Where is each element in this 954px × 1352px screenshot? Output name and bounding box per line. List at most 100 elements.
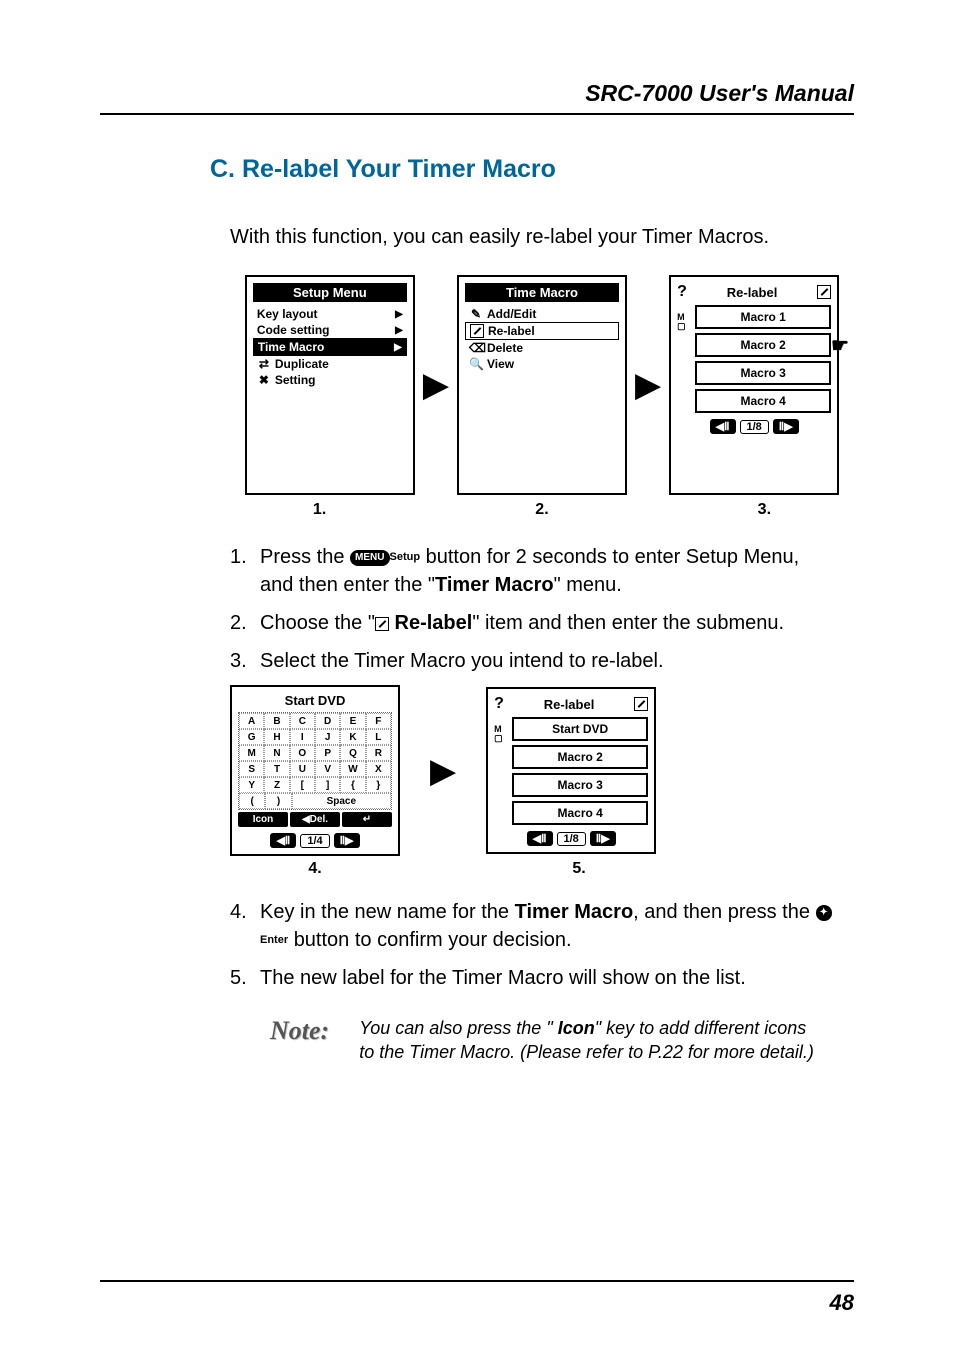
relabel-icon	[470, 324, 484, 338]
arrow-right-icon: ▶	[423, 368, 449, 402]
note-block: Note: You can also press the " Icon" key…	[270, 1016, 814, 1065]
delete-icon: ⌫	[469, 341, 483, 355]
pager: ◀Ⅱ 1/8 Ⅱ▶	[494, 831, 648, 846]
menu-item: ⌫Delete	[465, 340, 619, 356]
step-list-2: 4. Key in the new name for the Timer Mac…	[230, 898, 834, 992]
pager: ◀Ⅱ 1/4 Ⅱ▶	[238, 833, 392, 848]
enter-label: Enter	[260, 934, 288, 946]
arrow-right-icon: ▶	[430, 754, 456, 788]
caption: 5.	[494, 860, 664, 878]
page-number: 48	[830, 1290, 854, 1316]
screen-time-macro: Time Macro ✎Add/Edit Re-label ⌫Delete 🔍V…	[457, 275, 627, 495]
caption: 3.	[679, 501, 849, 519]
caption: 2.	[457, 501, 627, 519]
step-bold: Re-label	[389, 612, 472, 634]
step-bold: Timer Macro	[435, 574, 554, 596]
step-item: 1. Press the MENUSetup button for 2 seco…	[230, 543, 834, 599]
step-text: Select the Timer Macro you intend to re-…	[260, 647, 834, 675]
note-label: Note:	[270, 1016, 329, 1046]
page-header: SRC-7000 User's Manual	[100, 80, 854, 107]
screen2-title: Time Macro	[465, 283, 619, 302]
step-number: 5.	[230, 964, 260, 992]
step-item: 5. The new label for the Timer Macro wil…	[230, 964, 834, 992]
next-icon: Ⅱ▶	[590, 831, 616, 846]
menu-item-selected: Time Macro▶	[253, 338, 407, 356]
relabel-icon	[817, 285, 831, 299]
pager-count: 1/8	[557, 832, 586, 846]
screen1-title: Setup Menu	[253, 283, 407, 302]
macro-button: Macro 2	[695, 333, 831, 357]
icon-key: Icon	[238, 812, 288, 827]
step-text: " menu.	[554, 574, 622, 596]
caption: 1.	[235, 501, 405, 519]
note-text: You can also press the " Icon" key to ad…	[359, 1016, 814, 1065]
step-list: 1. Press the MENUSetup button for 2 seco…	[230, 543, 834, 675]
menu-item: 🔍View	[465, 356, 619, 372]
pager-count: 1/8	[740, 420, 769, 434]
macro-badge-icon: M▢	[494, 725, 503, 743]
setup-label: Setup	[390, 551, 421, 563]
menu-item: Key layout▶	[253, 306, 407, 322]
screen-relabel-result: ? Re-label M▢ Start DVD Macro 2 Macro 3 …	[486, 687, 656, 854]
enter-button-icon: ✦	[816, 905, 832, 921]
edit-icon: ✎	[469, 307, 483, 321]
step-text: The new label for the Timer Macro will s…	[260, 964, 834, 992]
macro-button: Macro 3	[512, 773, 648, 797]
enter-key: ↵	[342, 812, 392, 827]
step-item: 2. Choose the " Re-label" item and then …	[230, 609, 834, 637]
keyboard-grid: ABCDEF GHIJKL MNOPQR STUVWX YZ[]{} ()Spa…	[238, 712, 392, 810]
screen-setup-menu: Setup Menu Key layout▶ Code setting▶ Tim…	[245, 275, 415, 495]
help-icon: ?	[677, 283, 687, 301]
screen-keyboard: Start DVD ABCDEF GHIJKL MNOPQR STUVWX YZ…	[230, 685, 400, 856]
diagram-row-2: Start DVD ABCDEF GHIJKL MNOPQR STUVWX YZ…	[230, 685, 854, 856]
menu-item: Code setting▶	[253, 322, 407, 338]
step-item: 4. Key in the new name for the Timer Mac…	[230, 898, 834, 954]
menu-item-highlight: Re-label	[465, 322, 619, 340]
hand-pointer-icon: ☚	[831, 333, 849, 358]
menu-item: ✖Setting	[253, 372, 407, 388]
del-key: ◀Del.	[290, 812, 340, 827]
menu-button-icon: MENU	[350, 550, 389, 566]
step-number: 2.	[230, 609, 260, 637]
screen4-title: Start DVD	[238, 693, 392, 708]
menu-item: ⇄Duplicate	[253, 356, 407, 372]
prev-icon: ◀Ⅱ	[270, 833, 296, 848]
screen5-title: Re-label	[544, 697, 595, 712]
next-icon: Ⅱ▶	[334, 833, 360, 848]
relabel-icon	[634, 697, 648, 711]
prev-icon: ◀Ⅱ	[710, 419, 736, 434]
macro-badge-icon: M▢	[677, 313, 686, 331]
relabel-icon	[375, 617, 389, 631]
caption: 4.	[230, 860, 400, 878]
menu-item: ✎Add/Edit	[465, 306, 619, 322]
caption-row-2: 4. 5.	[230, 860, 854, 878]
intro-text: With this function, you can easily re-la…	[230, 224, 834, 251]
caption-row-1: 1. 2. 3.	[230, 501, 854, 519]
pager-count: 1/4	[300, 834, 329, 848]
footer-rule	[100, 1280, 854, 1282]
step-text: button to confirm your decision.	[294, 929, 572, 951]
step-item: 3. Select the Timer Macro you intend to …	[230, 647, 834, 675]
help-icon: ?	[494, 695, 504, 713]
step-text: Choose the "	[260, 612, 375, 634]
macro-button: Macro 4	[695, 389, 831, 413]
step-number: 1.	[230, 543, 260, 599]
macro-button: Start DVD	[512, 717, 648, 741]
step-text: " item and then enter the submenu.	[472, 612, 784, 634]
step-text: Key in the new name for the	[260, 901, 515, 923]
duplicate-icon: ⇄	[257, 357, 271, 371]
prev-icon: ◀Ⅱ	[527, 831, 553, 846]
section-title: C. Re-label Your Timer Macro	[210, 155, 854, 184]
step-text: , and then press the	[633, 901, 815, 923]
next-icon: Ⅱ▶	[773, 419, 799, 434]
screen3-title: Re-label	[727, 285, 778, 300]
step-number: 4.	[230, 898, 260, 954]
arrow-right-icon: ▶	[635, 368, 661, 402]
step-bold: Timer Macro	[515, 901, 634, 923]
settings-icon: ✖	[257, 373, 271, 387]
pager: ◀Ⅱ 1/8 Ⅱ▶	[677, 419, 831, 434]
macro-button: Macro 4	[512, 801, 648, 825]
screen-relabel-list: ? Re-label M▢ Macro 1 ☚ Macro 2 Macro 3 …	[669, 275, 839, 495]
macro-button: Macro 1	[695, 305, 831, 329]
macro-button: Macro 2	[512, 745, 648, 769]
